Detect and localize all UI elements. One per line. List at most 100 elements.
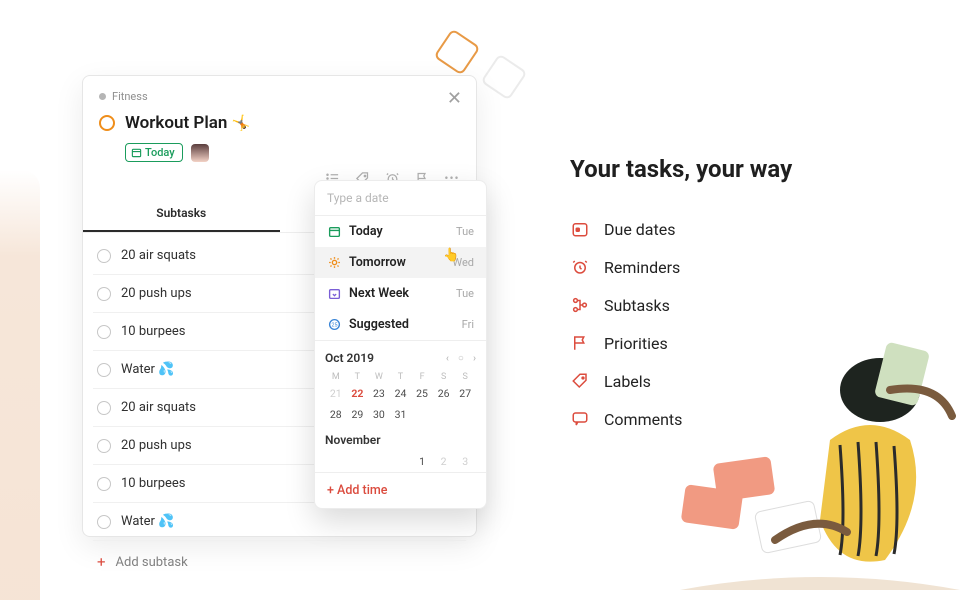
subtask-checkbox[interactable] — [97, 515, 111, 529]
promo-panel: Your tasks, your way Due dates Reminders S… — [570, 155, 910, 447]
calendar-day — [325, 451, 347, 472]
calendar-day — [433, 404, 455, 425]
schedule-label: Next Week — [349, 286, 409, 301]
subtask-label: 10 burpees — [121, 476, 186, 491]
calendar-day — [411, 404, 433, 425]
subtask-checkbox[interactable] — [97, 401, 111, 415]
feature-subtasks: Subtasks — [570, 295, 910, 315]
subtask-checkbox[interactable] — [97, 477, 111, 491]
add-time-button[interactable]: + Add time — [315, 472, 486, 508]
assignee-avatar[interactable] — [191, 144, 209, 162]
calendar-day[interactable]: 24 — [390, 383, 412, 404]
calendar-day[interactable]: 26 — [433, 383, 455, 404]
subtask-label: 20 push ups — [121, 286, 192, 301]
date-input[interactable]: Type a date — [315, 181, 486, 216]
task-checkbox[interactable] — [99, 115, 115, 131]
task-title[interactable]: Workout Plan 🤸 — [125, 113, 250, 133]
schedule-day: Fri — [462, 318, 474, 331]
feature-alarm: Reminders — [570, 257, 910, 277]
calendar-today-icon[interactable]: ○ — [458, 353, 464, 364]
dow-label: M — [325, 371, 347, 383]
subtask-checkbox[interactable] — [97, 249, 111, 263]
feature-label: Labels — [604, 372, 651, 391]
calendar-next-icon[interactable]: › — [473, 353, 476, 364]
subtasks-icon — [570, 295, 590, 315]
plus-icon: + — [97, 553, 106, 571]
calendar-next-month-label: November — [325, 425, 476, 451]
calendar-prev-icon[interactable]: ‹ — [446, 353, 449, 364]
calendar-day — [390, 451, 412, 472]
feature-label: Comments — [604, 410, 682, 429]
calendar-day — [368, 451, 390, 472]
schedule-day: Tue — [456, 225, 474, 238]
calendar-day[interactable]: 27 — [454, 383, 476, 404]
title-emoji-icon: 🤸 — [232, 114, 251, 132]
calendar-day[interactable]: 3 — [454, 451, 476, 472]
calendar-icon — [570, 219, 590, 239]
due-date-chip[interactable]: Today — [125, 143, 183, 162]
suggested-icon: 25 — [327, 318, 341, 332]
subtask-checkbox[interactable] — [97, 363, 111, 377]
nextweek-icon — [327, 287, 341, 301]
flag-icon — [570, 333, 590, 353]
calendar-day[interactable]: 25 — [411, 383, 433, 404]
add-subtask-button[interactable]: + Add subtask — [93, 541, 466, 583]
calendar-month-label: Oct 2019 — [325, 351, 374, 365]
dow-label: S — [433, 371, 455, 383]
schedule-option-nextweek[interactable]: Next WeekTue — [315, 278, 486, 309]
feature-comment: Comments — [570, 409, 910, 429]
sun-icon — [327, 256, 341, 270]
decor-diamond — [433, 28, 480, 75]
schedule-label: Tomorrow — [349, 255, 406, 270]
schedule-option-sun[interactable]: Tomorrow Wed — [315, 247, 486, 278]
feature-tag: Labels — [570, 371, 910, 391]
promo-headline: Your tasks, your way — [570, 155, 910, 183]
tag-icon — [570, 371, 590, 391]
schedule-option-today[interactable]: TodayTue — [315, 216, 486, 247]
subtask-checkbox[interactable] — [97, 325, 111, 339]
calendar-day[interactable]: 30 — [368, 404, 390, 425]
today-icon — [327, 225, 341, 239]
feature-label: Priorities — [604, 334, 668, 353]
project-name: Fitness — [112, 90, 148, 103]
subtask-label: 20 air squats — [121, 248, 196, 263]
dow-label: S — [454, 371, 476, 383]
feature-calendar: Due dates — [570, 219, 910, 239]
dow-label: T — [347, 371, 369, 383]
decor-diamond — [480, 53, 527, 100]
dow-label: W — [368, 371, 390, 383]
breadcrumb[interactable]: Fitness — [99, 90, 460, 103]
subtask-label: 20 air squats — [121, 400, 196, 415]
calendar-day[interactable]: 28 — [325, 404, 347, 425]
tab-subtasks[interactable]: Subtasks — [83, 196, 280, 232]
subtask-label: 20 push ups — [121, 438, 192, 453]
subtask-label: Water 💦 — [121, 362, 174, 377]
calendar-day[interactable]: 23 — [368, 383, 390, 404]
feature-flag: Priorities — [570, 333, 910, 353]
close-icon[interactable]: ✕ — [447, 90, 462, 108]
schedule-day: Wed — [452, 256, 474, 269]
dow-label: T — [390, 371, 412, 383]
subtask-checkbox[interactable] — [97, 287, 111, 301]
subtask-label: Water 💦 — [121, 514, 174, 529]
calendar-day[interactable]: 21 — [325, 383, 347, 404]
schedule-option-suggested[interactable]: 25 Suggested Fri — [315, 309, 486, 340]
calendar-day[interactable]: 22 — [347, 383, 369, 404]
subtask-checkbox[interactable] — [97, 439, 111, 453]
feature-label: Reminders — [604, 258, 680, 277]
svg-text:25: 25 — [331, 323, 337, 329]
calendar-day[interactable]: 29 — [347, 404, 369, 425]
calendar-day[interactable]: 2 — [433, 451, 455, 472]
feature-label: Due dates — [604, 220, 675, 239]
schedule-label: Suggested — [349, 317, 409, 332]
alarm-icon — [570, 257, 590, 277]
calendar-day[interactable]: 1 — [411, 451, 433, 472]
feature-label: Subtasks — [604, 296, 670, 315]
calendar-day[interactable]: 31 — [390, 404, 412, 425]
calendar-day — [454, 404, 476, 425]
project-dot-icon — [99, 93, 106, 100]
date-picker-popover: Type a date TodayTue Tomorrow Wed Next Week… — [314, 180, 487, 509]
add-subtask-label: Add subtask — [116, 555, 188, 570]
calendar-day — [347, 451, 369, 472]
subtask-label: 10 burpees — [121, 324, 186, 339]
